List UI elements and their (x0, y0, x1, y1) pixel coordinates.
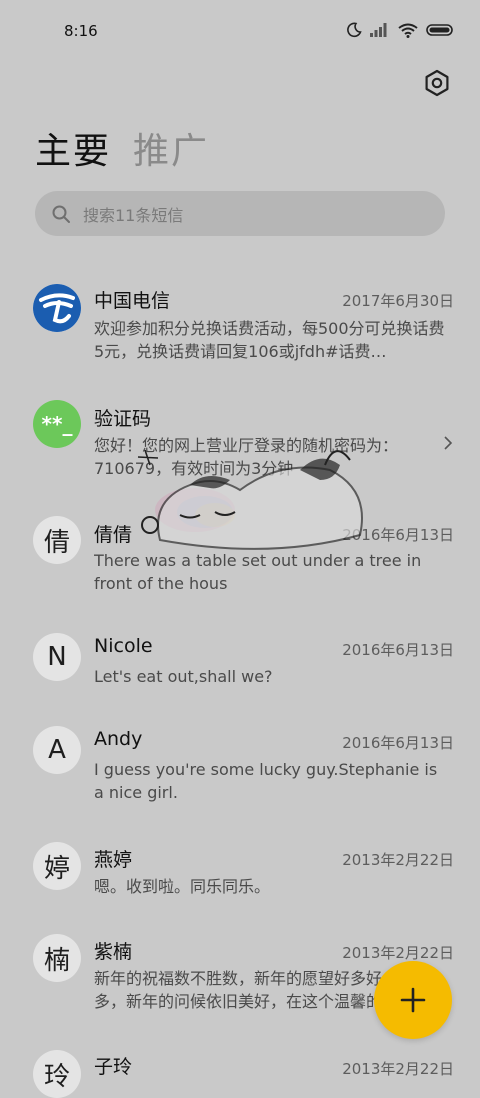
sender-name: 紫楠 (94, 941, 133, 963)
avatar: N (33, 633, 81, 681)
message-preview: 欢迎参加积分兑换话费活动，每500分可兑换话费5元，兑换话费请回复106或jfd… (94, 319, 445, 361)
avatar: **_ (33, 400, 81, 448)
tab-bar: 主要 推广 (35, 122, 209, 174)
battery-icon (426, 24, 453, 36)
message-preview: 您好！您的网上营业厅登录的随机密码为：710679，有效时间为3分钟 (94, 436, 399, 478)
sender-name: Nicole (94, 635, 153, 657)
sender-name: 燕婷 (94, 849, 133, 871)
plus-icon (400, 987, 426, 1013)
message-date: 2016年6月13日 (342, 526, 454, 544)
compose-button[interactable] (374, 961, 452, 1039)
message-date: 2016年6月13日 (342, 641, 454, 659)
avatar: A (33, 726, 81, 774)
message-preview: 新年的祝福数不胜数，新年的愿望好多好多，新年的问候依旧美好，在这个温馨的 (94, 969, 383, 1011)
cellular-signal-icon (370, 23, 387, 37)
status-icons (346, 22, 454, 38)
wifi-icon (398, 23, 418, 38)
message-date: 2016年6月13日 (342, 734, 454, 752)
message-date: 2013年2月22日 (342, 851, 454, 869)
china-telecom-logo-icon (33, 284, 81, 332)
message-date: 2013年2月22日 (342, 1060, 454, 1078)
sender-name: Andy (94, 728, 143, 750)
search-icon (52, 205, 70, 223)
message-preview: 嗯。收到啦。同乐同乐。 (94, 877, 271, 896)
message-preview: I guess you're some lucky guy.Stephanie … (94, 760, 438, 802)
search-input[interactable]: 搜索11条短信 (35, 191, 445, 236)
tab-primary[interactable]: 主要 (35, 122, 111, 174)
sender-name: 中国电信 (94, 290, 171, 312)
avatar (33, 284, 81, 332)
message-date: 2017年6月30日 (342, 292, 454, 310)
sender-name: 倩倩 (94, 524, 133, 546)
avatar: 婷 (33, 842, 81, 890)
chevron-right-icon[interactable] (442, 434, 454, 452)
avatar: 玲 (33, 1050, 81, 1098)
search-placeholder: 搜索11条短信 (83, 205, 184, 225)
moon-icon (347, 22, 362, 38)
message-preview: Let's eat out,shall we? (94, 667, 273, 686)
tab-promo[interactable]: 推广 (133, 122, 209, 174)
sender-name: 验证码 (94, 408, 152, 430)
gear-icon (425, 69, 449, 97)
message-preview: There was a table set out under a tree i… (94, 551, 422, 593)
status-bar: 8:16 (0, 0, 480, 62)
status-time: 8:16 (64, 22, 98, 40)
settings-button[interactable] (422, 68, 452, 98)
avatar: 楠 (33, 934, 81, 982)
avatar: 倩 (33, 516, 81, 564)
message-date: 2013年2月22日 (342, 944, 454, 962)
